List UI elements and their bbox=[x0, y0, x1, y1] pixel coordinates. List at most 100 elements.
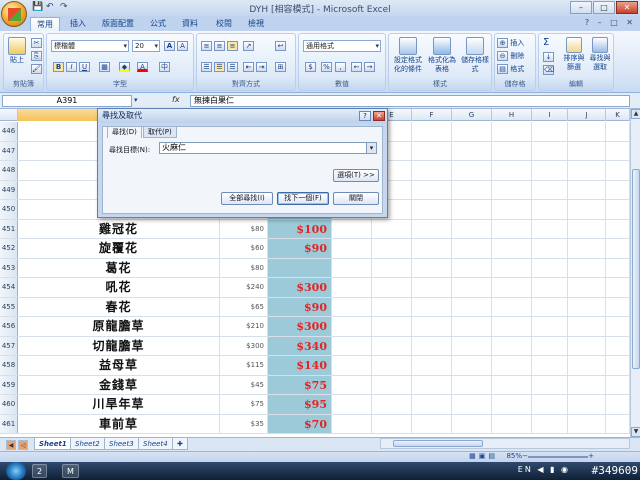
cell-name[interactable]: 吼花 bbox=[18, 278, 220, 297]
empty-cell[interactable] bbox=[452, 278, 492, 297]
save-icon[interactable]: 💾 bbox=[32, 2, 43, 14]
empty-cell[interactable] bbox=[568, 122, 606, 141]
empty-cell[interactable] bbox=[568, 180, 606, 199]
wrap-text-icon[interactable]: ↩ bbox=[275, 41, 286, 51]
empty-cell[interactable] bbox=[372, 395, 412, 414]
empty-cell[interactable] bbox=[606, 141, 630, 160]
empty-cell[interactable] bbox=[606, 239, 630, 258]
increase-indent-icon[interactable]: ⇥ bbox=[256, 62, 267, 72]
phonetic-icon[interactable]: 中 bbox=[159, 62, 170, 72]
empty-cell[interactable] bbox=[492, 336, 532, 355]
empty-cell[interactable] bbox=[492, 414, 532, 433]
empty-cell[interactable] bbox=[492, 375, 532, 394]
empty-cell[interactable] bbox=[372, 317, 412, 336]
empty-cell[interactable] bbox=[332, 375, 372, 394]
empty-cell[interactable] bbox=[532, 336, 568, 355]
find-select-button[interactable]: 尋找與選取 bbox=[587, 37, 613, 72]
scroll-down-icon[interactable]: ▼ bbox=[631, 427, 640, 437]
empty-cell[interactable] bbox=[492, 239, 532, 258]
empty-cell[interactable] bbox=[532, 414, 568, 433]
cell-name[interactable]: 葛花 bbox=[18, 258, 220, 277]
empty-cell[interactable] bbox=[568, 317, 606, 336]
shrink-font-icon[interactable]: A bbox=[177, 41, 188, 51]
empty-cell[interactable] bbox=[412, 258, 452, 277]
close-button[interactable]: ✕ bbox=[616, 1, 638, 14]
empty-cell[interactable] bbox=[372, 219, 412, 238]
cell-sale-price[interactable]: $140 bbox=[268, 356, 332, 375]
grow-font-icon[interactable]: A bbox=[164, 41, 175, 51]
align-middle-icon[interactable]: ≡ bbox=[214, 41, 225, 51]
row-header[interactable]: 460 bbox=[0, 395, 18, 414]
merge-center-icon[interactable]: ⊞ bbox=[275, 62, 286, 72]
empty-cell[interactable] bbox=[606, 258, 630, 277]
clear-icon[interactable]: ⌫ bbox=[543, 65, 554, 75]
fill-color-icon[interactable]: ◆ bbox=[119, 62, 130, 72]
vertical-scroll-thumb[interactable] bbox=[632, 169, 640, 369]
redo-icon[interactable]: ↷ bbox=[60, 2, 68, 14]
cell-price[interactable]: $35 bbox=[220, 414, 268, 433]
find-next-button[interactable]: 找下一個(F) bbox=[277, 192, 329, 205]
empty-cell[interactable] bbox=[606, 161, 630, 180]
name-box[interactable]: A391 bbox=[2, 95, 132, 107]
cell-sale-price[interactable]: $100 bbox=[268, 219, 332, 238]
increase-decimal-icon[interactable]: ← bbox=[351, 62, 362, 72]
format-cells-button[interactable]: ▤ 格式 bbox=[497, 64, 524, 74]
start-button[interactable] bbox=[6, 462, 26, 480]
font-color-icon[interactable]: A bbox=[137, 62, 148, 72]
empty-cell[interactable] bbox=[568, 219, 606, 238]
italic-icon[interactable]: I bbox=[66, 62, 77, 72]
empty-cell[interactable] bbox=[452, 336, 492, 355]
insert-function-icon[interactable]: fx bbox=[172, 95, 186, 104]
zoom-level[interactable]: 85% bbox=[506, 452, 522, 460]
row-header[interactable]: 453 bbox=[0, 258, 18, 277]
align-center-icon[interactable]: ☰ bbox=[214, 62, 225, 72]
currency-icon[interactable]: $ bbox=[305, 62, 316, 72]
cell-price[interactable]: $60 bbox=[220, 239, 268, 258]
cell-sale-price[interactable]: $90 bbox=[268, 239, 332, 258]
cell-price[interactable]: $210 bbox=[220, 317, 268, 336]
empty-cell[interactable] bbox=[568, 200, 606, 219]
cell-name[interactable]: 川旱年草 bbox=[18, 395, 220, 414]
empty-cell[interactable] bbox=[372, 297, 412, 316]
empty-cell[interactable] bbox=[532, 297, 568, 316]
empty-cell[interactable] bbox=[452, 258, 492, 277]
cell-price[interactable]: $80 bbox=[220, 219, 268, 238]
ribbon-window-controls[interactable]: ? – □ ✕ bbox=[585, 18, 636, 27]
empty-cell[interactable] bbox=[606, 297, 630, 316]
empty-cell[interactable] bbox=[568, 141, 606, 160]
empty-cell[interactable] bbox=[606, 414, 630, 433]
cell-sale-price[interactable] bbox=[268, 258, 332, 277]
empty-cell[interactable] bbox=[332, 317, 372, 336]
sort-filter-button[interactable]: 排序與篩選 bbox=[561, 37, 587, 72]
empty-cell[interactable] bbox=[332, 395, 372, 414]
tab-insert[interactable]: 插入 bbox=[64, 17, 92, 31]
empty-cell[interactable] bbox=[568, 356, 606, 375]
empty-cell[interactable] bbox=[412, 161, 452, 180]
align-right-icon[interactable]: ☰ bbox=[227, 62, 238, 72]
row-header[interactable]: 457 bbox=[0, 336, 18, 355]
row-header[interactable]: 461 bbox=[0, 414, 18, 433]
empty-cell[interactable] bbox=[568, 258, 606, 277]
empty-cell[interactable] bbox=[412, 336, 452, 355]
empty-cell[interactable] bbox=[492, 258, 532, 277]
empty-cell[interactable] bbox=[606, 219, 630, 238]
empty-cell[interactable] bbox=[412, 200, 452, 219]
decrease-decimal-icon[interactable]: → bbox=[364, 62, 375, 72]
comma-icon[interactable]: , bbox=[335, 62, 346, 72]
empty-cell[interactable] bbox=[412, 278, 452, 297]
empty-cell[interactable] bbox=[452, 395, 492, 414]
paste-button[interactable]: 貼上 bbox=[6, 37, 28, 65]
empty-cell[interactable] bbox=[532, 317, 568, 336]
empty-cell[interactable] bbox=[412, 356, 452, 375]
row-header[interactable]: 452 bbox=[0, 239, 18, 258]
empty-cell[interactable] bbox=[372, 375, 412, 394]
cell-styles-button[interactable]: 儲存格樣式 bbox=[459, 37, 491, 74]
empty-cell[interactable] bbox=[332, 356, 372, 375]
empty-cell[interactable] bbox=[452, 297, 492, 316]
format-as-table-button[interactable]: 格式化為表格 bbox=[425, 37, 459, 74]
empty-cell[interactable] bbox=[532, 258, 568, 277]
dialog-close-text-button[interactable]: 關閉 bbox=[333, 192, 379, 205]
tab-review[interactable]: 校閱 bbox=[210, 17, 238, 31]
empty-cell[interactable] bbox=[412, 317, 452, 336]
cell-sale-price[interactable]: $70 bbox=[268, 414, 332, 433]
